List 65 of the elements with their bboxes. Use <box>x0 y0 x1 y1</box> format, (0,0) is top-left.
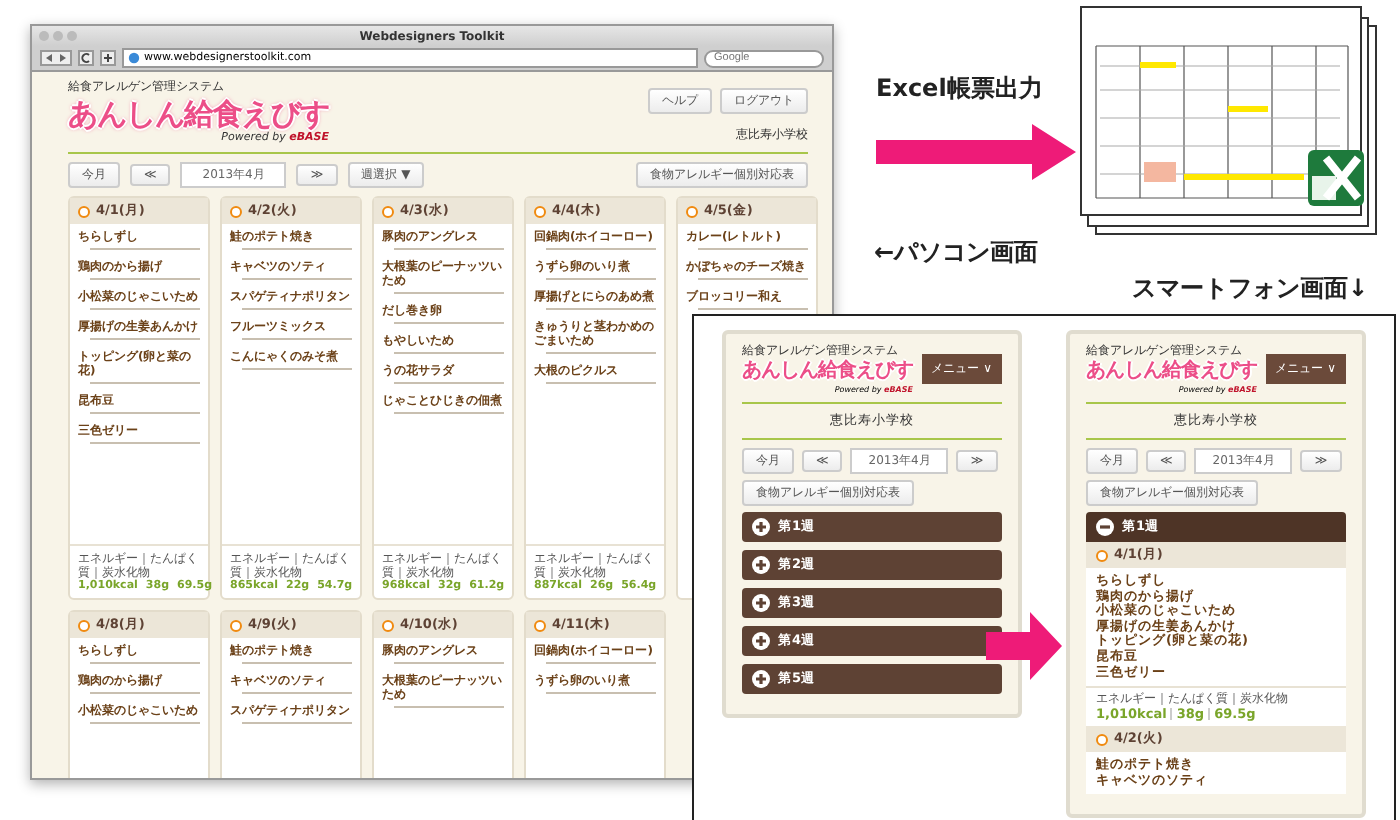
ingredient-text-drawing <box>394 410 504 418</box>
ingredient-text-drawing <box>242 690 352 698</box>
circle-icon <box>230 205 242 217</box>
logo-text: あんしん給食えびす <box>1086 360 1257 384</box>
circle-icon <box>382 205 394 217</box>
pc-screen-label: ←パソコン画面 <box>874 236 1039 270</box>
circle-icon <box>1096 733 1108 746</box>
expand-icon <box>752 594 770 612</box>
ingredient-text-drawing <box>394 320 504 328</box>
ingredient-text-drawing <box>242 336 352 344</box>
ingredient-text-drawing <box>394 660 504 668</box>
ingredient-text-drawing <box>698 306 808 314</box>
circle-icon <box>78 205 90 217</box>
expand-icon <box>752 518 770 536</box>
ingredient-text-drawing <box>394 290 504 298</box>
ingredient-text-drawing <box>90 440 200 448</box>
expand-icon <box>752 670 770 688</box>
ingredient-text-drawing <box>242 660 352 668</box>
ingredient-text-drawing <box>546 350 656 358</box>
ingredient-text-drawing <box>90 410 200 418</box>
spreadsheet-icon <box>1306 148 1366 208</box>
reload-icon[interactable] <box>78 50 94 66</box>
ingredient-text-drawing <box>90 690 200 698</box>
ingredient-text-drawing <box>242 720 352 728</box>
circle-icon <box>534 205 546 217</box>
ingredient-text-drawing <box>242 246 352 254</box>
expand-icon <box>752 632 770 650</box>
ingredient-text-drawing <box>546 660 656 668</box>
ingredient-text-drawing <box>90 306 200 314</box>
collapse-icon <box>1096 518 1114 536</box>
ingredient-text-drawing <box>394 350 504 358</box>
ingredient-text-drawing <box>90 276 200 284</box>
ingredient-text-drawing <box>698 276 808 284</box>
ingredient-text-drawing <box>546 380 656 388</box>
ingredient-text-drawing <box>242 366 352 374</box>
expand-icon <box>752 556 770 574</box>
circle-icon <box>230 619 242 631</box>
circle-icon <box>534 619 546 631</box>
logo-text: あんしん給食えびす <box>742 360 913 384</box>
circle-icon <box>1096 549 1108 561</box>
excel-label: Excel帳票出力 <box>876 72 1043 106</box>
globe-icon <box>128 52 140 64</box>
ingredient-text-drawing <box>546 690 656 698</box>
right-arrow <box>986 612 1062 680</box>
ingredient-text-drawing <box>546 276 656 284</box>
ingredient-text-drawing <box>90 660 200 668</box>
ingredient-text-drawing <box>546 306 656 314</box>
ingredient-text-drawing <box>242 276 352 284</box>
ingredient-text-drawing <box>394 704 504 712</box>
circle-icon <box>78 619 90 631</box>
ingredient-text-drawing <box>394 380 504 388</box>
add-icon[interactable] <box>100 50 116 66</box>
logo-text: あんしん給食えびす <box>68 96 329 132</box>
ingredient-text-drawing <box>90 246 200 254</box>
circle-icon <box>686 205 698 217</box>
ingredient-text-drawing <box>698 246 808 254</box>
back-forward-icon[interactable] <box>40 50 72 66</box>
ingredient-text-drawing <box>394 246 504 254</box>
ingredient-text-drawing <box>90 720 200 728</box>
smartphone-screen-label: スマートフォン画面↓ <box>1132 272 1369 306</box>
ingredient-text-drawing <box>90 380 200 388</box>
ingredient-text-drawing <box>242 306 352 314</box>
ingredient-text-drawing <box>90 336 200 344</box>
ingredient-text-drawing <box>546 246 656 254</box>
circle-icon <box>382 619 394 631</box>
